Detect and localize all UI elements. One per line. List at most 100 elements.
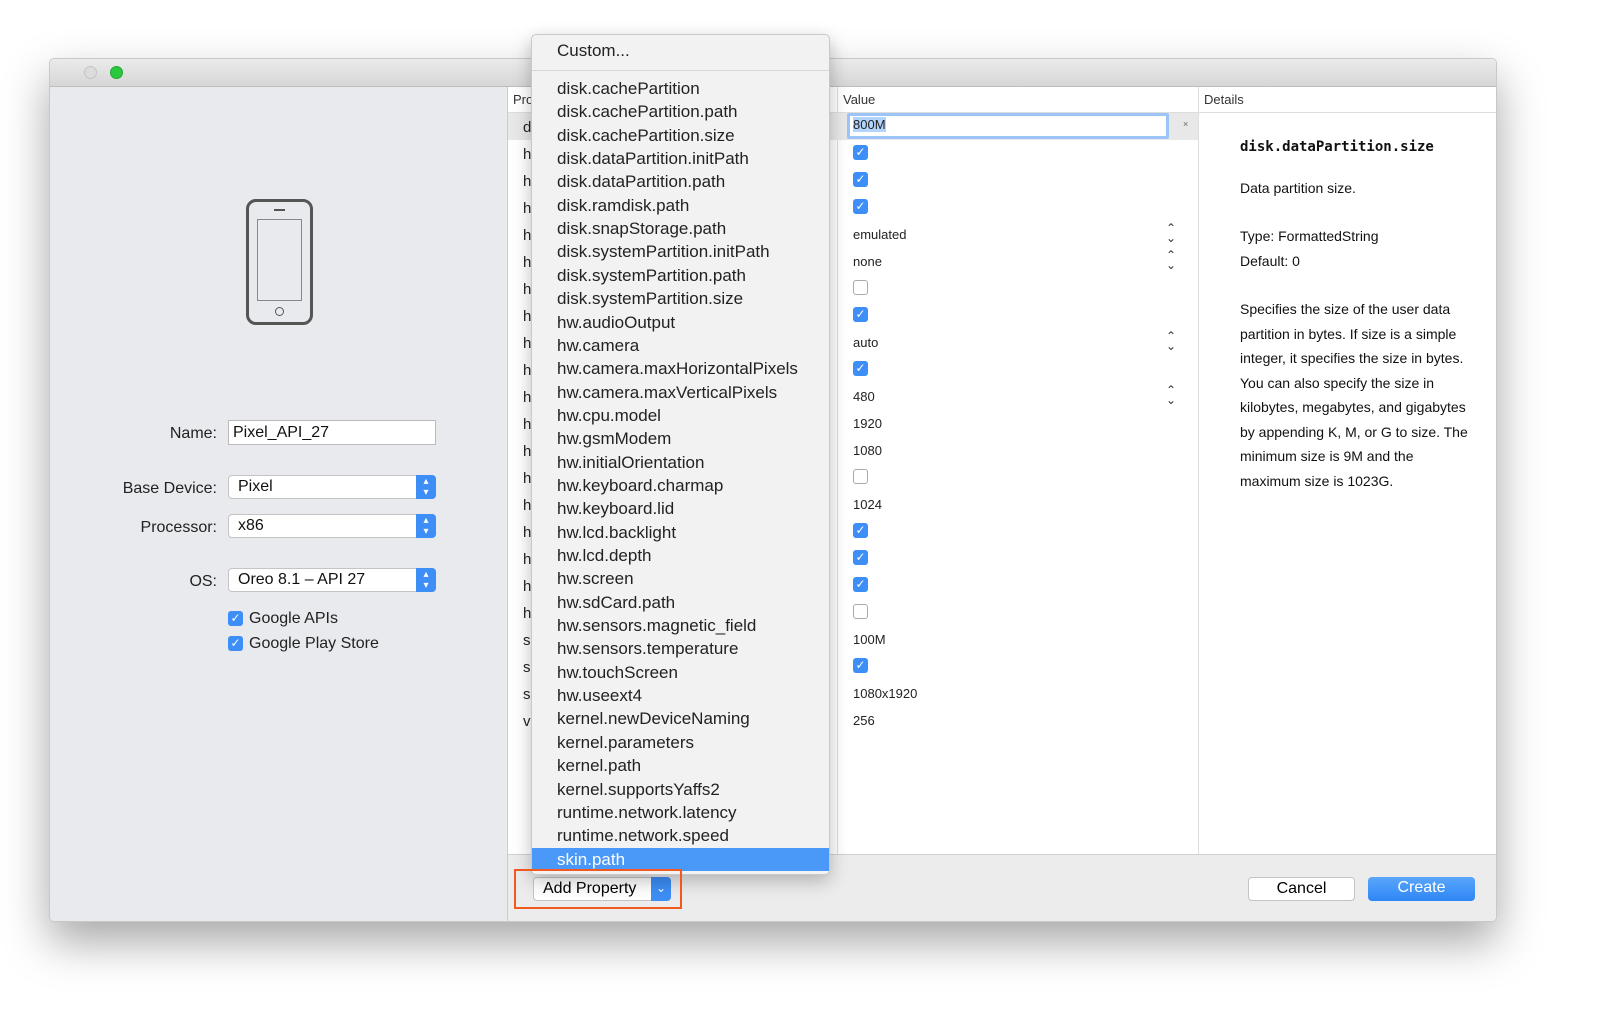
google-apis-checkbox[interactable]: ✓ Google APIs [228,610,338,628]
value-text: emulated [853,227,907,242]
menu-item[interactable]: disk.snapStorage.path [532,217,829,240]
name-field[interactable]: Pixel_API_27 [228,420,436,445]
menu-item[interactable]: hw.camera.maxVerticalPixels [532,381,829,404]
menu-item-custom[interactable]: Custom... [532,39,829,62]
property-name: s [523,632,531,649]
checkbox[interactable] [853,280,868,296]
checkbox[interactable] [853,604,868,620]
chevron-updown-icon: ▴ ▾ [416,514,436,538]
value-input[interactable]: 800M [847,113,1169,139]
checkbox[interactable]: ✓ [853,172,868,188]
menu-item[interactable]: hw.cpu.model [532,404,829,427]
zoom-button[interactable] [110,66,123,79]
base-device-select[interactable]: Pixel ▴ ▾ [228,475,436,499]
property-name: v [523,713,531,730]
processor-label: Processor: [140,519,217,536]
checkbox[interactable]: ✓ [853,577,868,593]
menu-item[interactable]: disk.systemPartition.path [532,264,829,287]
highlight-annotation [514,869,682,909]
menu-item[interactable]: hw.camera.maxHorizontalPixels [532,357,829,380]
value-text: 1080x1920 [853,686,918,701]
menu-item[interactable]: hw.lcd.depth [532,544,829,567]
details-pane: disk.dataPartition.size Data partition s… [1220,113,1496,854]
os-value: Oreo 8.1 – API 27 [238,571,366,588]
checkbox[interactable]: ✓ [853,523,868,539]
checkbox[interactable]: ✓ [853,658,868,674]
column-details: Details [1204,92,1244,107]
menu-item[interactable]: disk.cachePartition.path [532,100,829,123]
chevron-updown-icon: ▴ ▾ [416,475,436,499]
menu-item[interactable]: kernel.supportsYaffs2 [532,778,829,801]
details-description: Specifies the size of the user data part… [1240,301,1468,489]
menu-item[interactable]: disk.dataPartition.path [532,170,829,193]
phone-icon [246,199,313,325]
menu-item[interactable]: hw.useext4 [532,684,829,707]
value-text: 1080 [853,443,882,458]
name-label: Name: [169,425,217,442]
menu-item[interactable]: kernel.newDeviceNaming [532,707,829,730]
create-button[interactable]: Create [1368,877,1475,901]
menu-item[interactable]: runtime.network.latency [532,801,829,824]
close-button[interactable] [84,66,97,79]
os-label: OS: [189,573,217,590]
stepper-icon[interactable]: ⌃ ⌄ [1166,222,1176,244]
checkbox[interactable]: ✓ [853,307,868,323]
clear-icon[interactable]: × [1183,119,1188,129]
menu-item[interactable]: hw.initialOrientation [532,451,829,474]
stepper-icon[interactable]: ⌃ ⌄ [1166,249,1176,271]
menu-item[interactable]: runtime.network.speed [532,824,829,847]
value-text: none [853,254,882,269]
device-panel: Name: Pixel_API_27 Base Device: Pixel ▴ ▾ … [50,87,508,921]
menu-item[interactable]: disk.systemPartition.initPath [532,240,829,263]
menu-item[interactable]: hw.keyboard.charmap [532,474,829,497]
google-play-checkbox[interactable]: ✓ Google Play Store [228,635,379,653]
menu-item[interactable]: disk.systemPartition.size [532,287,829,310]
checkmark-icon: ✓ [228,636,243,652]
checkmark-icon: ✓ [228,611,243,627]
base-device-label: Base Device: [122,480,217,497]
value-text: 100M [853,632,886,647]
menu-item[interactable]: skin.path [532,847,829,871]
google-play-label: Google Play Store [249,635,379,652]
chevron-updown-icon: ▴ ▾ [416,568,436,592]
details-default: Default: 0 [1240,252,1300,269]
menu-item[interactable]: disk.cachePartition.size [532,124,829,147]
checkbox[interactable] [853,469,868,485]
google-apis-label: Google APIs [249,610,338,627]
value-text: 1920 [853,416,882,431]
checkbox[interactable]: ✓ [853,361,868,377]
value-text: auto [853,335,879,350]
menu-item[interactable]: hw.sensors.magnetic_field [532,614,829,637]
cancel-button[interactable]: Cancel [1248,877,1355,901]
column-value[interactable]: Value [843,92,875,107]
details-summary: Data partition size. [1240,179,1356,196]
details-type: Type: FormattedString [1240,228,1379,244]
details-title: disk.dataPartition.size [1240,139,1434,155]
menu-item[interactable]: disk.dataPartition.initPath [532,147,829,170]
menu-item[interactable]: disk.cachePartition [532,77,829,100]
value-text: 480 [853,389,875,404]
value-text: 1024 [853,497,882,512]
menu-item[interactable]: hw.sensors.temperature [532,637,829,660]
processor-select[interactable]: x86 ▴ ▾ [228,514,436,538]
stepper-icon[interactable]: ⌃ ⌄ [1166,330,1176,352]
menu-item[interactable]: hw.camera [532,334,829,357]
menu-item[interactable]: disk.ramdisk.path [532,194,829,217]
menu-item[interactable]: hw.touchScreen [532,661,829,684]
menu-item[interactable]: hw.screen [532,567,829,590]
menu-item[interactable]: kernel.parameters [532,731,829,754]
menu-item[interactable]: hw.sdCard.path [532,591,829,614]
menu-item[interactable]: hw.audioOutput [532,311,829,334]
checkbox[interactable]: ✓ [853,550,868,566]
stepper-icon[interactable]: ⌃ ⌄ [1166,384,1176,406]
menu-item[interactable]: hw.lcd.backlight [532,521,829,544]
menu-item[interactable]: hw.gsmModem [532,427,829,450]
value-text: 256 [853,713,875,728]
checkbox[interactable]: ✓ [853,145,868,161]
menu-item[interactable]: hw.keyboard.lid [532,497,829,520]
processor-value: x86 [238,517,264,534]
base-device-value: Pixel [238,478,273,495]
checkbox[interactable]: ✓ [853,199,868,215]
os-select[interactable]: Oreo 8.1 – API 27 ▴ ▾ [228,568,436,592]
menu-item[interactable]: kernel.path [532,754,829,777]
